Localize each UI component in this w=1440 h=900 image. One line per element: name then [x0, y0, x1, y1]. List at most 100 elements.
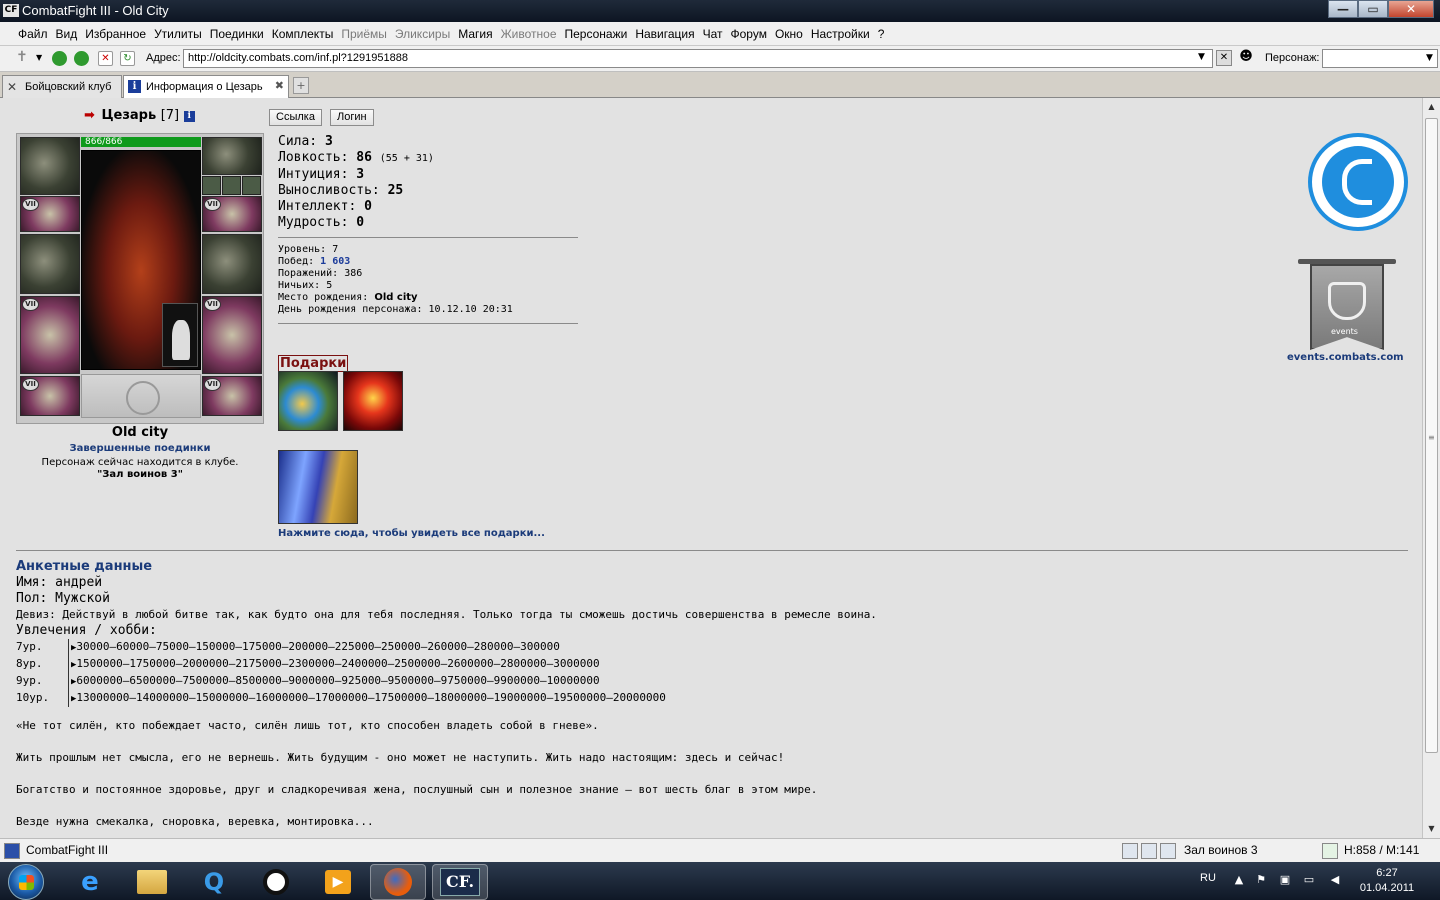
- login-button[interactable]: Логин: [330, 109, 374, 126]
- item-level-tag: VII: [204, 298, 221, 311]
- ring-slot-2[interactable]: [222, 176, 241, 195]
- vertical-scrollbar[interactable]: ▲ ≡ ▼: [1422, 98, 1440, 838]
- private-arrow-icon[interactable]: ➡: [84, 108, 95, 123]
- tab-character-info[interactable]: i Информация о Цезарь ✖: [123, 75, 289, 98]
- chevron-down-icon[interactable]: ▼: [36, 53, 51, 68]
- bracers-slot[interactable]: VII: [20, 196, 80, 232]
- gloves-slot[interactable]: VII: [202, 196, 262, 232]
- info-icon: i: [128, 80, 141, 93]
- menu-item[interactable]: Комплекты: [272, 27, 334, 41]
- amulet-slot[interactable]: [202, 137, 262, 175]
- menu-item[interactable]: Утилиты: [154, 27, 202, 41]
- gift-item[interactable]: [343, 371, 403, 431]
- volume-icon[interactable]: ◀: [1328, 873, 1342, 887]
- device-icon[interactable]: ▣: [1278, 873, 1292, 887]
- weapon-right-slot[interactable]: [202, 234, 262, 294]
- stat-label: Интеллект:: [278, 199, 357, 214]
- menu-item[interactable]: Приёмы: [341, 27, 387, 41]
- start-button[interactable]: [8, 864, 44, 900]
- firefox-icon[interactable]: [370, 864, 426, 900]
- profile-details: Имя: андрей Пол: Мужской Девиз: Действуй в…: [16, 575, 877, 639]
- menu-item[interactable]: Навигация: [635, 27, 694, 41]
- users-icon[interactable]: ☻: [1238, 50, 1254, 66]
- clock-icon[interactable]: [1122, 843, 1138, 859]
- flag-icon[interactable]: ⚑: [1254, 873, 1268, 887]
- pin-icon[interactable]: ✝: [16, 49, 31, 65]
- ring-slot-3[interactable]: [242, 176, 261, 195]
- item-level-tag: VII: [22, 298, 39, 311]
- taskbar: e Q ▶ CF. RU ▲ ⚑ ▣ ▭ ◀ 6:27 01.04.2011: [0, 862, 1440, 900]
- menu-item[interactable]: Животное: [501, 27, 557, 41]
- close-page-icon[interactable]: ✕: [1216, 50, 1232, 66]
- address-dropdown-icon[interactable]: ▼: [1198, 52, 1205, 62]
- leggings-slot[interactable]: VII: [202, 296, 262, 374]
- menu-item[interactable]: Настройки: [811, 27, 870, 41]
- menu-item[interactable]: Персонажи: [565, 27, 628, 41]
- belt-slot[interactable]: VII: [20, 376, 80, 416]
- menu-item[interactable]: Эликсиры: [395, 27, 450, 41]
- ring-slot-1[interactable]: [202, 176, 221, 195]
- menu-item[interactable]: Окно: [775, 27, 803, 41]
- language-indicator[interactable]: RU: [1200, 872, 1216, 884]
- divider: [278, 237, 578, 238]
- stop-icon[interactable]: ✕: [98, 51, 113, 66]
- system-clock[interactable]: 6:27 01.04.2011: [1354, 866, 1420, 896]
- maximize-button[interactable]: ▭: [1358, 0, 1388, 18]
- profile-quote: «Не тот силён, кто побеждает часто, силё…: [16, 719, 599, 732]
- events-link[interactable]: events.combats.com: [1287, 352, 1404, 363]
- menu-item[interactable]: Чат: [703, 27, 723, 41]
- city-name: Old city: [111, 425, 169, 440]
- finished-battles-link[interactable]: Завершенные поединки: [16, 443, 264, 454]
- all-gifts-link[interactable]: Нажмите сюда, чтобы увидеть все подарки.…: [278, 528, 545, 539]
- chevron-up-icon[interactable]: ▲: [1232, 873, 1246, 887]
- refresh-icon[interactable]: ↻: [120, 51, 135, 66]
- menu-item[interactable]: ?: [878, 27, 885, 41]
- forward-icon[interactable]: [74, 51, 89, 66]
- page-icon[interactable]: [1141, 843, 1157, 859]
- refresh-icon[interactable]: [1322, 843, 1338, 859]
- profile-quote: Везде нужна смекалка, сноровка, веревка,…: [16, 815, 374, 828]
- menu-item[interactable]: Форум: [731, 27, 767, 41]
- pet-image[interactable]: [162, 303, 198, 367]
- network-icon[interactable]: ▭: [1302, 873, 1316, 887]
- status-location: Зал воинов 3: [1184, 843, 1258, 857]
- menu-item[interactable]: Вид: [56, 27, 78, 41]
- wins-link[interactable]: 1 603: [320, 256, 350, 267]
- link-button[interactable]: Ссылка: [269, 109, 322, 126]
- hobby-values: 1500000–1750000–2000000–2175000–2300000–…: [76, 657, 600, 670]
- gift-item[interactable]: [278, 371, 338, 431]
- close-button[interactable]: ✕: [1388, 0, 1434, 18]
- info-icon[interactable]: i: [183, 111, 195, 122]
- minimize-button[interactable]: —: [1328, 0, 1358, 18]
- media-player-icon[interactable]: ▶: [310, 864, 366, 900]
- internet-explorer-icon[interactable]: e: [62, 864, 118, 900]
- armor-slot[interactable]: VII: [20, 296, 80, 374]
- tab-fight-club[interactable]: ✕ Бойцовский клуб: [2, 75, 122, 98]
- address-input[interactable]: http://oldcity.combats.com/inf.pl?129195…: [183, 49, 1213, 68]
- menu-item[interactable]: Избранное: [85, 27, 146, 41]
- scroll-down-icon[interactable]: ▼: [1423, 820, 1440, 837]
- printer-icon[interactable]: [1160, 843, 1176, 859]
- helmet-slot[interactable]: [20, 137, 80, 195]
- menu-item[interactable]: Файл: [18, 27, 48, 41]
- gift-item[interactable]: [278, 450, 358, 524]
- panda-icon[interactable]: [248, 864, 304, 900]
- new-tab-button[interactable]: +: [293, 77, 309, 94]
- tab-close-icon[interactable]: ✖: [275, 79, 284, 92]
- weapon-left-slot[interactable]: [20, 234, 80, 294]
- boots-slot[interactable]: VII: [202, 376, 262, 416]
- character-select[interactable]: [1322, 49, 1438, 68]
- menu-item[interactable]: Поединки: [210, 27, 264, 41]
- hobby-table: 7ур. ▶30000–60000–75000–150000–175000–200…: [16, 639, 666, 707]
- qip-icon[interactable]: Q: [186, 864, 242, 900]
- folder-icon[interactable]: [124, 864, 180, 900]
- scroll-up-icon[interactable]: ▲: [1423, 98, 1440, 115]
- alignment-logo-icon[interactable]: [1308, 133, 1408, 231]
- menu-item[interactable]: Магия: [458, 27, 492, 41]
- info-losses: Поражений: 386: [278, 268, 363, 279]
- events-banner-icon[interactable]: events: [1298, 256, 1396, 352]
- combatfight-taskbar-button[interactable]: CF.: [432, 864, 488, 900]
- title-bar: CF CombatFight III - Old City — ▭ ✕: [0, 0, 1440, 22]
- character-dropdown-icon[interactable]: ▼: [1426, 53, 1433, 63]
- back-icon[interactable]: [52, 51, 67, 66]
